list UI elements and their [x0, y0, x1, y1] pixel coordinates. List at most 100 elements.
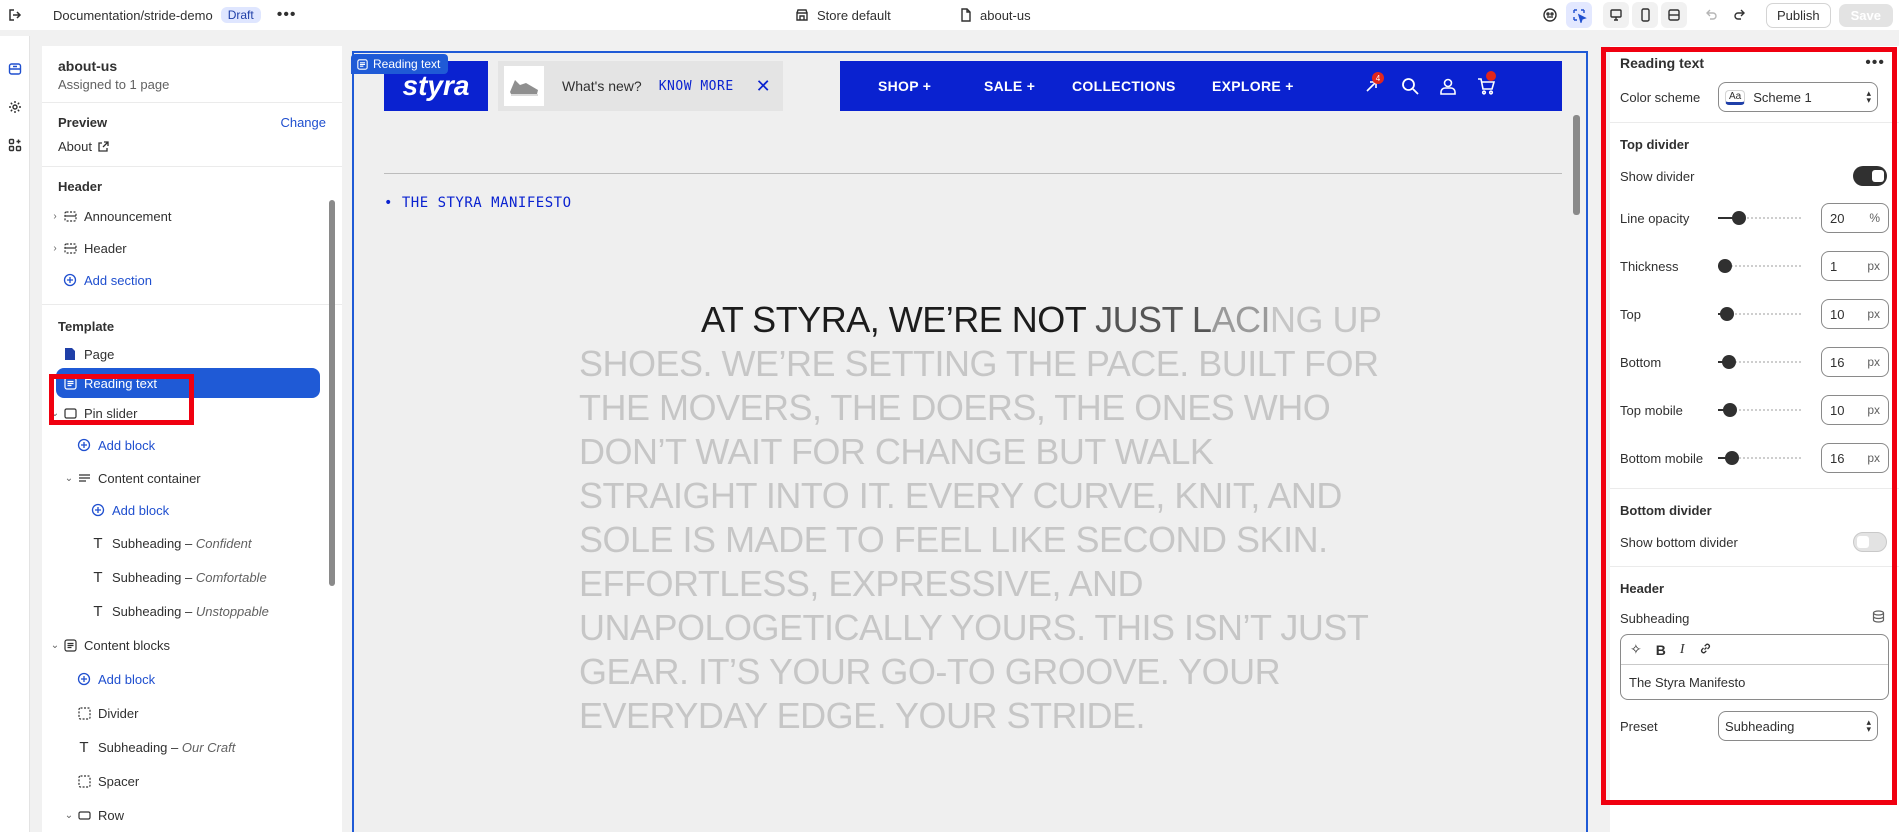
add-block-label: Add block	[98, 671, 156, 687]
tree-item-label: Page	[84, 346, 115, 362]
range-slider[interactable]	[1718, 258, 1802, 274]
preview-label: Preview	[58, 115, 108, 130]
chevron-down-icon[interactable]: ⌄	[62, 810, 76, 821]
redo-icon[interactable]	[1727, 2, 1753, 28]
cart-icon[interactable]	[1474, 71, 1498, 98]
save-button[interactable]: Save	[1838, 3, 1893, 27]
preset-select[interactable]: Subheading ▴ ▾	[1718, 711, 1878, 741]
slider-label: Line opacity	[1620, 210, 1690, 226]
apps-icon[interactable]	[0, 130, 30, 160]
nav-sale[interactable]: SALE +	[984, 78, 1035, 94]
change-preview-link[interactable]: Change	[280, 115, 326, 130]
nav-collections[interactable]: COLLECTIONS	[1072, 78, 1176, 94]
more-actions-button[interactable]: •••	[277, 6, 297, 24]
more-options-button[interactable]: •••	[1865, 54, 1885, 72]
chevron-down-icon[interactable]: ⌄	[48, 640, 62, 651]
inspector-icon[interactable]	[1565, 2, 1592, 28]
slider-handle[interactable]	[1725, 451, 1739, 465]
add-section-label: Add section	[84, 272, 152, 288]
align-text-icon	[76, 470, 92, 486]
preview-page-link[interactable]: About	[58, 139, 326, 154]
tree-item-subheading-comfortable[interactable]: T Subheading – Comfortable	[42, 560, 342, 594]
sections-icon[interactable]	[0, 54, 30, 84]
row-icon	[76, 807, 92, 823]
add-block-button[interactable]: Add block	[42, 494, 342, 526]
tree-item-label: Spacer	[98, 773, 140, 789]
desktop-view-icon[interactable]	[1602, 2, 1629, 28]
close-icon[interactable]: ✕	[756, 76, 771, 97]
account-icon[interactable]	[1436, 74, 1460, 98]
slider-handle[interactable]	[1718, 259, 1732, 273]
bold-icon[interactable]: B	[1656, 642, 1666, 658]
settings-icon[interactable]	[0, 92, 30, 122]
know-more-link[interactable]: KNOW MORE	[659, 79, 734, 94]
tree-item-subheading-our-craft[interactable]: T Subheading – Our Craft	[42, 730, 342, 764]
theme-selector[interactable]: Store default	[795, 0, 891, 30]
chevron-right-icon[interactable]: ›	[48, 243, 62, 254]
add-section-button[interactable]: Add section	[42, 264, 342, 296]
range-slider[interactable]	[1718, 450, 1802, 466]
chevron-down-icon[interactable]: ⌄	[62, 473, 76, 484]
selected-section-tag[interactable]: Reading text	[351, 54, 449, 74]
show-divider-toggle[interactable]	[1853, 166, 1887, 186]
slider-value: 16	[1830, 354, 1845, 370]
slider-handle[interactable]	[1732, 211, 1746, 225]
shoe-thumbnail[interactable]	[504, 66, 544, 106]
slider-value-input[interactable]: 1 px	[1821, 251, 1889, 281]
nav-explore[interactable]: EXPLORE +	[1212, 78, 1294, 94]
range-slider[interactable]	[1718, 354, 1802, 370]
select-chevron-icon: ▴ ▾	[1866, 88, 1871, 105]
add-block-button[interactable]: Add block	[42, 662, 342, 696]
tree-item-spacer[interactable]: Spacer	[42, 764, 342, 798]
nav-shop[interactable]: SHOP +	[878, 78, 931, 94]
sections-panel: about-us Assigned to 1 page Preview Chan…	[42, 46, 342, 832]
top-divider-title: Top divider	[1610, 122, 1899, 158]
canvas-scrollbar[interactable]	[1573, 115, 1580, 215]
italic-icon[interactable]: I	[1680, 642, 1685, 658]
slider-value-input[interactable]: 16 px	[1821, 347, 1889, 377]
tree-item-label: Subheading – Unstoppable	[112, 603, 269, 619]
slider-value-input[interactable]: 20%	[1821, 203, 1889, 233]
tree-item-row[interactable]: ⌄ Row	[42, 798, 342, 832]
show-bottom-divider-toggle[interactable]	[1853, 532, 1887, 552]
search-icon[interactable]	[1398, 74, 1422, 98]
tree-item-subheading-confident[interactable]: T Subheading – Confident	[42, 526, 342, 560]
tree-item-content-container[interactable]: ⌄ Content container	[42, 462, 342, 494]
text-icon: T	[93, 568, 103, 586]
slider-value-input[interactable]: 16 px	[1821, 443, 1889, 473]
publish-button[interactable]: Publish	[1765, 2, 1831, 28]
page-selector[interactable]: about-us	[960, 0, 1031, 30]
range-slider[interactable]	[1718, 306, 1802, 322]
fullscreen-icon[interactable]	[1660, 2, 1687, 28]
tree-item-content-blocks[interactable]: ⌄ Content blocks	[42, 628, 342, 662]
editor-toolbar: ✧ B I	[1621, 635, 1888, 665]
add-block-button[interactable]: Add block	[42, 428, 342, 462]
slider-handle[interactable]	[1721, 355, 1736, 369]
tree-item-page[interactable]: Page	[42, 340, 342, 368]
dynamic-source-icon[interactable]	[1872, 610, 1885, 626]
slider-value-input[interactable]: 10 px	[1821, 395, 1889, 425]
accessibility-icon[interactable]	[1537, 2, 1563, 28]
tree-item-header[interactable]: › Header	[42, 232, 342, 264]
tree-item-subheading-unstoppable[interactable]: T Subheading – Unstoppable	[42, 594, 342, 628]
rewards-icon[interactable]: 4	[1360, 72, 1384, 98]
color-scheme-select[interactable]: Aa Scheme 1 ▴ ▾	[1718, 82, 1878, 112]
slider-value-input[interactable]: 10 px	[1821, 299, 1889, 329]
range-slider[interactable]	[1718, 402, 1802, 418]
slider-handle[interactable]	[1722, 403, 1737, 417]
slider-handle[interactable]	[1720, 307, 1735, 321]
settings-panel: Reading text ••• Color scheme Aa Scheme …	[1610, 46, 1899, 832]
tree-item-divider[interactable]: Divider	[42, 696, 342, 730]
page-name: about-us	[980, 7, 1031, 23]
chevron-right-icon[interactable]: ›	[48, 211, 62, 222]
sections-scrollbar[interactable]	[328, 186, 336, 586]
ai-sparkle-icon[interactable]: ✧	[1630, 641, 1642, 658]
manifesto-eyebrow: • THE STYRA MANIFESTO	[384, 195, 572, 211]
tree-item-announcement[interactable]: › Announcement	[42, 200, 342, 232]
link-icon[interactable]	[1699, 642, 1712, 658]
range-slider[interactable]	[1718, 210, 1802, 226]
subheading-input[interactable]: The Styra Manifesto	[1621, 665, 1888, 699]
exit-icon[interactable]	[0, 0, 30, 30]
mobile-view-icon[interactable]	[1631, 2, 1658, 28]
undo-icon[interactable]	[1698, 2, 1724, 28]
